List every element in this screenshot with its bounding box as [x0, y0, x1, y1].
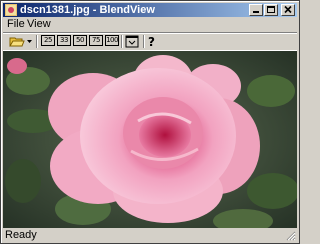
rose-photo: [3, 51, 297, 228]
menu-file[interactable]: File: [7, 18, 25, 31]
fit-to-window-icon[interactable]: [125, 35, 139, 48]
toolbar-separator: [36, 35, 38, 48]
open-folder-icon[interactable]: [9, 35, 25, 48]
svg-text:?: ?: [148, 35, 155, 48]
close-button[interactable]: [281, 4, 295, 16]
dropdown-arrow-icon[interactable]: [26, 35, 33, 48]
image-viewport[interactable]: [3, 51, 297, 228]
menu-view[interactable]: View: [27, 18, 51, 31]
status-bar: Ready: [3, 229, 297, 242]
zoom-50-button[interactable]: 50: [73, 35, 87, 46]
menu-bar: File View: [3, 18, 297, 31]
status-text: Ready: [5, 229, 37, 241]
zoom-100-button[interactable]: 100: [105, 35, 119, 46]
title-bar[interactable]: dscn1381.jpg - BlendView: [3, 3, 297, 17]
zoom-75-button[interactable]: 75: [89, 35, 103, 46]
maximize-button[interactable]: [264, 4, 278, 16]
window-title: dscn1381.jpg - BlendView: [20, 4, 155, 16]
app-icon: [5, 4, 17, 16]
toolbar-separator: [143, 35, 145, 48]
zoom-33-button[interactable]: 33: [57, 35, 71, 46]
resize-grip-icon[interactable]: [285, 230, 296, 241]
toolbar: 25 33 50 75 100 ?: [3, 32, 297, 51]
close-icon: [284, 5, 292, 14]
minimize-button[interactable]: [249, 4, 263, 16]
zoom-25-button[interactable]: 25: [41, 35, 55, 46]
help-icon[interactable]: ?: [147, 35, 157, 48]
minimize-icon: [253, 11, 259, 13]
toolbar-separator: [121, 35, 123, 48]
maximize-icon: [267, 6, 275, 13]
app-window: dscn1381.jpg - BlendView File View 25 33…: [0, 0, 300, 244]
